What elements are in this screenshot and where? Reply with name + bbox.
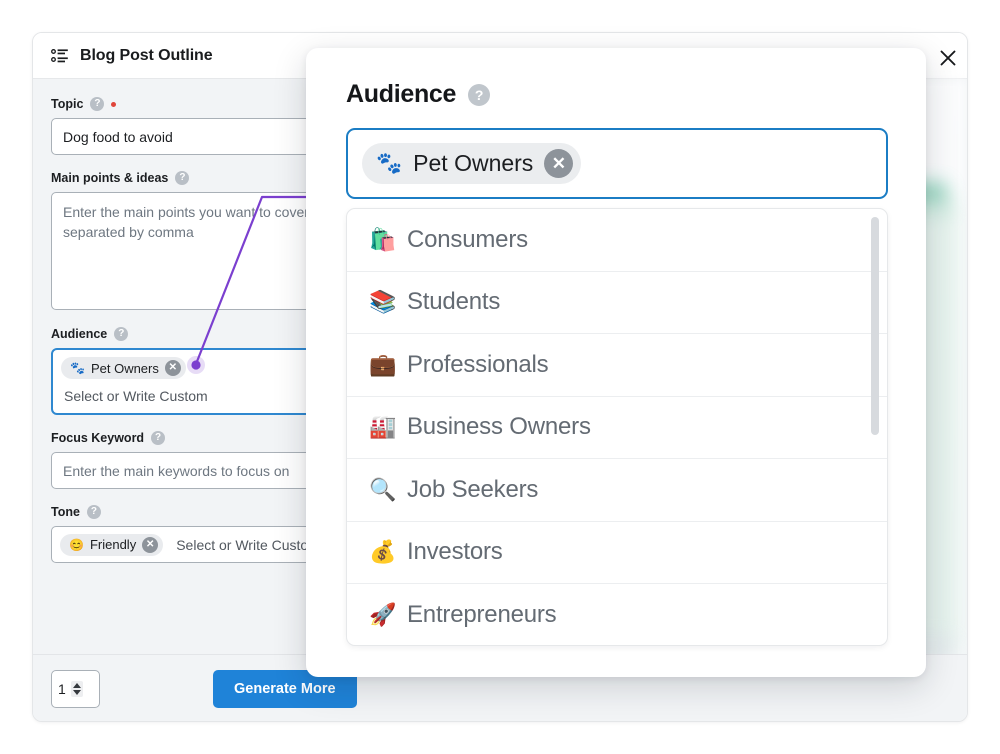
help-icon[interactable]: ? [175, 171, 189, 185]
selected-audience-label: Pet Owners [413, 150, 533, 177]
audience-option-business-owners[interactable]: 🏭 Business Owners [347, 397, 887, 460]
field-tone-label: Tone [51, 505, 80, 519]
tone-chip-label: Friendly [90, 537, 136, 552]
briefcase-icon: 💼 [369, 354, 407, 376]
smiling-face-icon: 😊 [69, 539, 84, 551]
factory-icon: 🏭 [369, 416, 407, 438]
magnifying-glass-icon: 🔍 [369, 479, 407, 501]
help-icon[interactable]: ? [114, 327, 128, 341]
dropdown-scrollbar[interactable] [871, 217, 879, 435]
help-icon[interactable]: ? [87, 505, 101, 519]
audience-modal: Audience ? 🐾 Pet Owners ✕ 🛍️ Consumers 📚… [306, 48, 926, 677]
audience-option-investors[interactable]: 💰 Investors [347, 522, 887, 585]
audience-modal-select[interactable]: 🐾 Pet Owners ✕ [346, 128, 888, 199]
audience-options-dropdown: 🛍️ Consumers 📚 Students 💼 Professionals … [346, 208, 888, 646]
field-topic-label: Topic [51, 97, 83, 111]
field-focus-keyword-label: Focus Keyword [51, 431, 144, 445]
selected-audience-chip: 🐾 Pet Owners ✕ [362, 143, 581, 184]
audience-option-label: Business Owners [407, 413, 591, 441]
audience-option-consumers[interactable]: 🛍️ Consumers [347, 209, 887, 272]
tone-chip: 😊 Friendly ✕ [60, 534, 163, 556]
modal-title: Audience [346, 80, 456, 109]
paw-prints-icon: 🐾 [70, 362, 85, 374]
audience-option-label: Students [407, 288, 500, 316]
audience-option-professionals[interactable]: 💼 Professionals [347, 334, 887, 397]
audience-option-label: Job Seekers [407, 476, 538, 504]
audience-option-students[interactable]: 📚 Students [347, 272, 887, 335]
required-dot-icon [111, 102, 116, 107]
paw-prints-icon: 🐾 [376, 153, 402, 174]
audience-option-label: Consumers [407, 226, 528, 254]
stepper-down-icon[interactable] [73, 690, 81, 695]
audience-option-entrepreneurs[interactable]: 🚀 Entrepreneurs [347, 584, 887, 646]
stepper-up-icon[interactable] [73, 683, 81, 688]
help-icon[interactable]: ? [90, 97, 104, 111]
stepper-arrows-icon[interactable] [71, 681, 83, 697]
close-icon [939, 49, 957, 67]
page-title: Blog Post Outline [80, 47, 213, 65]
remove-selected-icon[interactable]: ✕ [544, 149, 573, 178]
help-icon[interactable]: ? [151, 431, 165, 445]
close-modal-button[interactable] [926, 36, 970, 80]
field-main-points-label: Main points & ideas [51, 171, 168, 185]
audience-options-list: 🛍️ Consumers 📚 Students 💼 Professionals … [347, 209, 887, 645]
remove-chip-icon[interactable]: ✕ [165, 360, 181, 376]
money-bag-icon: 💰 [369, 541, 407, 563]
shopping-bags-icon: 🛍️ [369, 229, 407, 251]
audience-chip: 🐾 Pet Owners ✕ [61, 357, 186, 379]
audience-option-label: Professionals [407, 351, 548, 379]
audience-chip-label: Pet Owners [91, 361, 159, 376]
help-icon[interactable]: ? [468, 84, 490, 106]
field-audience-label: Audience [51, 327, 107, 341]
tone-placeholder[interactable]: Select or Write Custom [176, 537, 320, 553]
rocket-icon: 🚀 [369, 604, 407, 626]
audience-option-label: Investors [407, 538, 503, 566]
audience-option-label: Entrepreneurs [407, 601, 557, 629]
quantity-value: 1 [58, 681, 66, 697]
list-outline-icon [51, 47, 69, 65]
modal-title-row: Audience ? [346, 80, 888, 109]
audience-option-job-seekers[interactable]: 🔍 Job Seekers [347, 459, 887, 522]
remove-chip-icon[interactable]: ✕ [142, 537, 158, 553]
quantity-stepper[interactable]: 1 [51, 670, 100, 708]
books-icon: 📚 [369, 291, 407, 313]
screen: Blog Post Outline Topic ? Dog food to av… [0, 0, 1000, 754]
